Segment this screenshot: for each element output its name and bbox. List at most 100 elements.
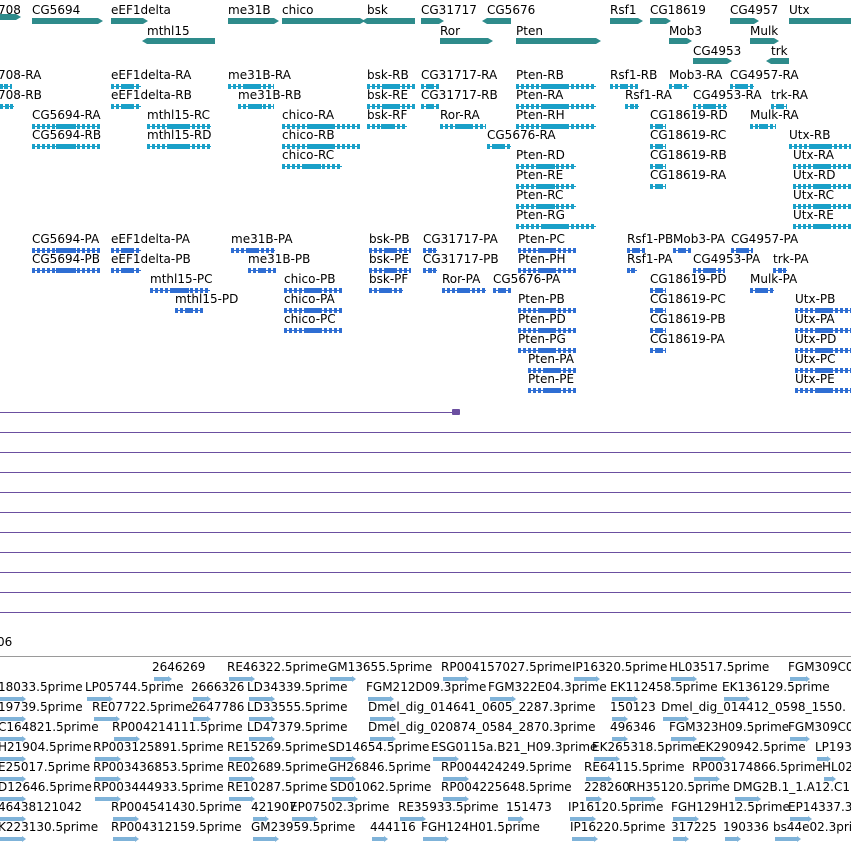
protein-label[interactable]: CG31717-PB [423,253,499,266]
gene-label[interactable]: chico [282,4,313,17]
protein-label[interactable]: CG18619-PA [650,333,725,346]
est-label[interactable]: bs44e02.3prim [773,821,851,834]
est-label[interactable]: HL02 [822,761,851,774]
est-label[interactable]: RP003125891.5prime [93,741,224,754]
gene-feature[interactable] [693,58,727,64]
protein-label[interactable]: CG5676-PA [493,273,560,286]
gene-label[interactable]: Ror [440,25,460,38]
est-label[interactable]: 496346 [610,721,656,734]
est-label[interactable]: RE35933.5prime [398,801,499,814]
transcript-label[interactable]: bsk-RB [367,69,409,82]
est-label[interactable]: RP003174866.5prime [692,761,823,774]
est-label[interactable]: EP07502.3prime [290,801,389,814]
gene-feature[interactable] [0,14,16,20]
protein-label[interactable]: CG18619-PC [650,293,726,306]
transcript-label[interactable]: eEF1delta-RB [111,89,192,102]
est-label[interactable]: 2666326 [191,681,244,694]
gene-feature[interactable] [487,18,511,24]
protein-label[interactable]: Pten-PD [518,313,566,326]
gene-feature[interactable] [440,38,488,44]
transcript-label[interactable]: CG4953-RA [693,89,762,102]
est-label[interactable]: D12646.5prime [0,781,92,794]
protein-label[interactable]: bsk-PB [369,233,410,246]
transcript-label[interactable]: CG4957-RA [730,69,799,82]
gene-feature[interactable] [367,18,415,24]
est-label[interactable]: FGM309C0 [788,721,851,734]
est-label[interactable]: FGM309C0 [788,661,851,674]
est-label[interactable]: SD14654.5prime [328,741,429,754]
transcript-label[interactable]: Mulk-RA [750,109,799,122]
transcript-label[interactable]: Pten-RD [516,149,565,162]
est-label[interactable]: RH35120.5prime [628,781,730,794]
est-label[interactable]: RE10287.5prime [227,781,328,794]
est-label[interactable]: E25017.5prime [0,761,90,774]
transcript-label[interactable]: Rsf1-RA [625,89,672,102]
est-label[interactable]: IP16320.5prime [572,661,667,674]
est-label[interactable]: IP16120.5prime [568,801,663,814]
gene-label[interactable]: mthl15 [147,25,190,38]
est-label[interactable]: RE46322.5prime [227,661,328,674]
protein-label[interactable]: mthl15-PD [175,293,238,306]
protein-label[interactable]: Pten-PA [528,353,574,366]
gene-label[interactable]: bsk [367,4,388,17]
est-label[interactable]: GM23959.5prime [251,821,355,834]
est-label[interactable]: EP14337.3 [788,801,851,814]
protein-label[interactable]: chico-PC [284,313,336,326]
protein-label[interactable]: bsk-PE [369,253,409,266]
transcript-label[interactable]: Utx-RB [789,129,831,142]
transcript-label[interactable]: CG5694-RA [32,109,101,122]
transcript-label[interactable]: Utx-RA [793,149,834,162]
transcript-label[interactable]: Pten-RC [516,189,563,202]
gene-feature[interactable] [516,38,596,44]
est-feature[interactable] [0,837,22,841]
est-label[interactable]: C164821.5prime [0,721,99,734]
est-label[interactable]: Dmel_dig_020874_0584_2870.3prime [368,721,596,734]
est-label[interactable]: FGM322E04.3prime [488,681,607,694]
transcript-label[interactable]: CG18619-RB [650,149,727,162]
transcript-label[interactable]: Utx-RC [793,189,834,202]
gene-feature[interactable] [111,18,143,24]
est-label[interactable]: 19739.5prime [0,701,83,714]
transcript-label[interactable]: me31B-RA [228,69,291,82]
est-label[interactable]: 444116 [370,821,416,834]
coverage-marker[interactable] [452,409,460,415]
est-label[interactable]: RP004214111.5prime [112,721,243,734]
protein-label[interactable]: Utx-PC [795,353,836,366]
gene-label[interactable]: me31B [228,4,271,17]
gene-feature[interactable] [789,18,851,24]
protein-label[interactable]: CG18619-PD [650,273,727,286]
est-label[interactable]: LP193 [815,741,851,754]
gene-label[interactable]: CG4953 [693,45,741,58]
gene-label[interactable]: Utx [789,4,810,17]
est-feature[interactable] [253,837,275,841]
protein-label[interactable]: me31B-PA [231,233,293,246]
protein-label[interactable]: CG31717-PA [423,233,498,246]
transcript-label[interactable]: chico-RA [282,109,334,122]
transcript-label[interactable]: chico-RC [282,149,334,162]
protein-label[interactable]: Ror-PA [442,273,480,286]
transcript-label[interactable]: trk-RA [771,89,808,102]
est-label[interactable]: HL03517.5prime [669,661,769,674]
protein-label[interactable]: me31B-PB [248,253,310,266]
protein-label[interactable]: Rsf1-PB [627,233,673,246]
est-label[interactable]: EK136129.5prime [722,681,830,694]
gene-label[interactable]: Rsf1 [610,4,636,17]
transcript-label[interactable]: Pten-RB [516,69,564,82]
transcript-label[interactable]: CG5676-RA [487,129,556,142]
est-label[interactable]: RP003436853.5prime [93,761,224,774]
protein-label[interactable]: Utx-PA [795,313,835,326]
transcript-label[interactable]: CG18619-RA [650,169,726,182]
transcript-label[interactable]: eEF1delta-RA [111,69,191,82]
est-label[interactable]: FGM323H09.5prime [669,721,789,734]
est-label[interactable]: GH26846.5prime [328,761,431,774]
protein-label[interactable]: Utx-PB [795,293,835,306]
est-label[interactable]: DMG2B.1_1.A12.C1 [733,781,850,794]
gene-feature[interactable] [282,18,360,24]
est-label[interactable]: FGH129H12.5prime [671,801,790,814]
transcript-label[interactable]: mthl15-RD [147,129,212,142]
est-label[interactable]: Dmel_dig_014641_0605_2287.3prime [368,701,596,714]
est-label[interactable]: 18033.5prime [0,681,83,694]
gene-feature[interactable] [669,38,687,44]
est-label[interactable]: 151473 [506,801,552,814]
protein-label[interactable]: Utx-PE [795,373,835,386]
